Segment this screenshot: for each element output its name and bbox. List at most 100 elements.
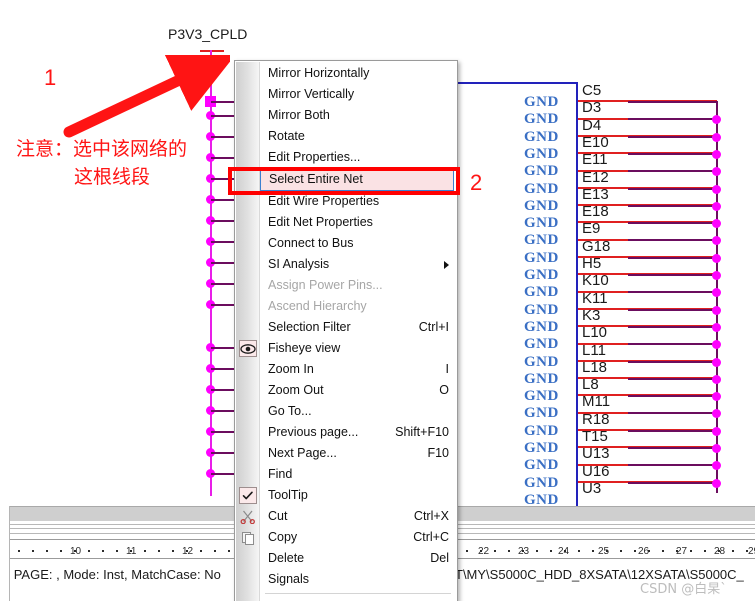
right-net-junction (712, 219, 721, 229)
right-net-junction (712, 322, 721, 332)
right-net-junction (712, 374, 721, 384)
right-branch-wire (628, 187, 717, 190)
menu-item-delete[interactable]: Delete Del (235, 548, 457, 569)
menu-item-label: Cut (268, 509, 288, 523)
wire-handle-top[interactable] (205, 59, 216, 70)
menu-item-signals[interactable]: Signals (235, 569, 457, 590)
menu-item-mirror-vertically[interactable]: Mirror Vertically (235, 84, 457, 105)
right-net-junction (712, 288, 721, 298)
ruler-minor-tick (494, 550, 496, 552)
ruler-minor-tick (662, 550, 664, 552)
menu-item-previous-page[interactable]: Previous page... Shift+F10 (235, 422, 457, 443)
ruler-minor-tick (186, 550, 188, 552)
scissors-icon (239, 508, 257, 525)
annotation-step-1: 1 (44, 65, 57, 90)
menu-item-label: Zoom Out (268, 383, 324, 397)
menu-item-rotate[interactable]: Rotate (235, 126, 457, 147)
menu-item-edit-net-properties[interactable]: Edit Net Properties (235, 212, 457, 233)
menu-item-next-page[interactable]: Next Page... F10 (235, 443, 457, 464)
ruler-minor-tick (228, 550, 230, 552)
net-branch-wire (211, 347, 235, 349)
net-branch-wire (211, 220, 235, 222)
right-net-junction (712, 236, 721, 246)
net-branch-wire (211, 262, 235, 264)
menu-item-edit-wire-properties[interactable]: Edit Wire Properties (235, 191, 457, 212)
gnd-pin-label: GND (524, 405, 559, 422)
gnd-pin-label: GND (524, 440, 559, 456)
right-branch-wire (628, 447, 717, 449)
ruler-minor-tick (746, 550, 748, 552)
menu-item-find[interactable]: Find (235, 464, 457, 485)
right-net-junction (712, 184, 721, 194)
menu-item-shortcut: Shift+F10 (395, 425, 449, 439)
menu-item-label: Find (268, 467, 293, 481)
right-net-junction (712, 444, 721, 453)
net-label-p3v3-cpld: P3V3_CPLD (168, 26, 248, 42)
ruler-minor-tick (214, 550, 216, 552)
submenu-arrow-icon (444, 261, 449, 269)
menu-item-zoom-out[interactable]: Zoom Out O (235, 380, 457, 401)
ruler-minor-tick (32, 550, 34, 552)
right-net-junction (712, 132, 721, 142)
menu-item-label: Edit Properties... (268, 150, 361, 164)
ruler-minor-tick (536, 550, 538, 552)
gnd-pin-label: GND (524, 491, 559, 506)
annotation-arrow-icon (63, 55, 230, 138)
right-net-junction (712, 478, 721, 488)
net-branch-wire (211, 473, 235, 475)
gnd-pin-label: GND (524, 388, 559, 405)
ruler-minor-tick (578, 550, 580, 552)
annotation-note-line-1: 注意：选中该网络的 (16, 138, 188, 160)
net-branch-wire (211, 389, 235, 391)
menu-item-go-to[interactable]: Go To... (235, 401, 457, 422)
menu-separator (265, 593, 451, 594)
menu-item-si-analysis[interactable]: SI Analysis (235, 254, 457, 275)
net-branch-wire (211, 115, 235, 117)
gnd-pin-label: GND (524, 215, 559, 232)
copy-icon (239, 529, 257, 546)
ruler-minor-tick (620, 550, 622, 552)
ruler-minor-tick (144, 550, 146, 552)
menu-item-mirror-both[interactable]: Mirror Both (235, 105, 457, 126)
menu-item-label: ToolTip (268, 488, 308, 502)
menu-item-zoom-in[interactable]: Zoom In I (235, 359, 457, 380)
menu-item-tooltip[interactable]: ToolTip (235, 485, 457, 506)
right-branch-wire (628, 118, 717, 121)
eye-icon (239, 340, 257, 357)
menu-item-label: Rotate (268, 129, 305, 143)
gnd-pin-label: GND (524, 267, 559, 283)
right-net-junction (712, 426, 721, 436)
right-branch-wire (628, 308, 717, 311)
menu-item-fisheye-view[interactable]: Fisheye view (235, 338, 457, 359)
ruler-minor-tick (676, 550, 678, 552)
menu-item-copy[interactable]: Copy Ctrl+C (235, 527, 457, 548)
ruler-minor-tick (690, 550, 692, 552)
ruler-minor-tick (60, 550, 62, 552)
right-net-junction (712, 271, 721, 280)
menu-item-selection-filter[interactable]: Selection Filter Ctrl+I (235, 317, 457, 338)
menu-item-label: Go To... (268, 404, 312, 418)
ruler-minor-tick (88, 550, 90, 552)
menu-item-more[interactable]: More... (235, 597, 457, 601)
menu-item-cut[interactable]: Cut Ctrl+X (235, 506, 457, 527)
ruler-minor-tick (102, 550, 104, 552)
right-branch-wire (628, 256, 717, 259)
ruler-minor-tick (130, 550, 132, 552)
context-menu[interactable]: Mirror Horizontally Mirror Vertically Mirr… (234, 60, 458, 601)
menu-item-shortcut: I (445, 362, 449, 376)
menu-item-shortcut: Del (430, 551, 449, 565)
gnd-pin-label: GND (524, 353, 559, 370)
gnd-pin-label: GND (524, 318, 559, 335)
gnd-pin-label: GND (524, 370, 559, 387)
right-branch-wire (628, 239, 717, 242)
menu-item-select-entire-net[interactable]: Select Entire Net (260, 168, 454, 191)
right-branch-wire (628, 274, 717, 276)
menu-item-mirror-horizontally[interactable]: Mirror Horizontally (235, 63, 457, 84)
right-branch-wire (628, 152, 717, 155)
watermark-text: CSDN @白杲` (640, 582, 727, 597)
menu-item-edit-properties[interactable]: Edit Properties... (235, 147, 457, 168)
menu-item-label: Mirror Both (268, 108, 330, 122)
right-branch-wire (628, 291, 717, 294)
menu-item-connect-to-bus[interactable]: Connect to Bus (235, 233, 457, 254)
right-net-junction (712, 409, 721, 419)
